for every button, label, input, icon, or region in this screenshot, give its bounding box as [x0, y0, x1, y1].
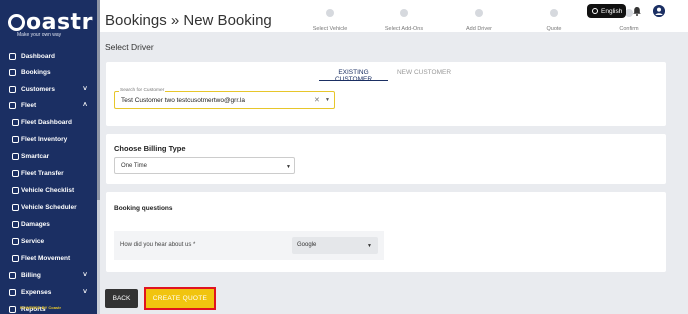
sidebar: oastr Make your own way Dashboard Booking… [0, 0, 97, 314]
sidebar-item-fleet-inventory[interactable]: Fleet Inventory [0, 131, 97, 147]
brand-tagline: Make your own way [17, 32, 62, 38]
language-button[interactable]: English [587, 4, 626, 18]
sidebar-item-label: Billing [21, 271, 41, 279]
chevron-down-icon: ▼ [286, 164, 291, 170]
sidebar-item-label: Vehicle Checklist [21, 186, 75, 194]
step-dot [326, 9, 334, 17]
vehicle-checklist-icon [11, 186, 19, 194]
sidebar-item-damages[interactable]: Damages [0, 216, 97, 232]
billing-type-select[interactable]: One Time ▼ [114, 157, 295, 174]
billing-type-value: One Time [121, 163, 148, 169]
step-label: Select Add-Ons [384, 26, 424, 32]
sidebar-item-label: Damages [21, 220, 50, 228]
sidebar-item-label: Smartcar [21, 152, 50, 160]
powered-by: POWERED BY Coastr [20, 305, 62, 310]
chevron-down-icon: ˅ [83, 85, 88, 93]
billing-title: Choose Billing Type [114, 144, 186, 153]
smartcar-icon [11, 152, 19, 160]
sidebar-item-label: Customers [21, 85, 55, 93]
reports-icon [8, 305, 16, 313]
step-dot [550, 9, 558, 17]
sidebar-item-fleet-dashboard[interactable]: Fleet Dashboard [0, 114, 97, 130]
vehicle-scheduler-icon [11, 203, 19, 211]
question-label: How did you hear about us * [120, 242, 196, 248]
sidebar-item-label: Bookings [21, 68, 51, 76]
section-title: Select Driver [105, 42, 154, 52]
sidebar-item-fleet[interactable]: Fleet ˄ [0, 97, 97, 113]
step-label: Confirm [619, 26, 639, 32]
sidebar-item-vehicle-checklist[interactable]: Vehicle Checklist [0, 182, 97, 198]
chevron-up-icon: ˄ [83, 101, 88, 109]
dropdown-arrow-icon[interactable]: ▼ [325, 97, 330, 103]
service-icon [11, 237, 19, 245]
step-dot [475, 9, 483, 17]
search-field-value: Test Customer two testcusotmertwo@grr.la [121, 97, 245, 104]
sidebar-item-dashboard[interactable]: Dashboard [0, 48, 97, 64]
sidebar-item-label: Service [21, 237, 45, 245]
sidebar-item-label: Dashboard [21, 52, 55, 60]
sidebar-item-service[interactable]: Service [0, 233, 97, 249]
bookings-icon [8, 68, 16, 76]
damages-icon [11, 220, 19, 228]
sidebar-item-customers[interactable]: Customers ˅ [0, 81, 97, 97]
page-title: Bookings » New Booking [105, 12, 272, 29]
expenses-icon [8, 288, 16, 296]
dashboard-icon [8, 52, 16, 60]
step-label: Quote [546, 26, 562, 32]
customer-search-field[interactable]: Search for Customer Test Customer two te… [114, 88, 335, 109]
create-quote-button[interactable]: CREATE QUOTE [144, 287, 216, 310]
sidebar-item-bookings[interactable]: Bookings [0, 64, 97, 80]
sidebar-item-label: Fleet Dashboard [21, 118, 72, 126]
step-label: Select Vehicle [312, 26, 348, 32]
questions-title: Booking questions [114, 205, 173, 212]
sidebar-item-expenses[interactable]: Expenses ˅ [0, 284, 97, 300]
chevron-down-icon: ▼ [367, 243, 372, 249]
fleet-icon [8, 101, 16, 109]
customers-icon [8, 85, 16, 93]
logo-ring-icon [8, 14, 25, 31]
bell-icon[interactable] [632, 6, 642, 16]
chevron-down-icon: ˅ [83, 288, 88, 296]
tab-new-customer[interactable]: NEW CUSTOMER [396, 69, 452, 81]
chevron-down-icon: ˅ [83, 271, 88, 279]
sidebar-item-fleet-movement[interactable]: Fleet Movement [0, 250, 97, 266]
globe-icon [592, 8, 598, 14]
sidebar-item-fleet-transfer[interactable]: Fleet Transfer [0, 165, 97, 181]
fleet-inventory-icon [11, 135, 19, 143]
step-label: Add Driver [466, 26, 492, 32]
fleet-dashboard-icon [11, 118, 19, 126]
clear-icon[interactable]: ✕ [314, 96, 320, 104]
billing-icon [8, 271, 16, 279]
fleet-movement-icon [11, 254, 19, 262]
hear-about-select[interactable]: Google ▼ [292, 237, 378, 254]
sidebar-item-label: Fleet Movement [21, 254, 71, 262]
fleet-transfer-icon [11, 169, 19, 177]
step-dot [400, 9, 408, 17]
back-button[interactable]: BACK [105, 289, 138, 308]
hear-about-value: Google [297, 242, 317, 248]
sidebar-item-smartcar[interactable]: Smartcar [0, 148, 97, 164]
sidebar-item-label: Fleet [21, 101, 37, 109]
sidebar-item-billing[interactable]: Billing ˅ [0, 267, 97, 283]
user-avatar-icon[interactable] [653, 5, 665, 17]
sidebar-item-vehicle-scheduler[interactable]: Vehicle Scheduler [0, 199, 97, 215]
sidebar-item-label: Fleet Inventory [21, 135, 68, 143]
tab-existing-customer[interactable]: EXISTING CUSTOMER [319, 69, 388, 83]
sidebar-item-label: Expenses [21, 288, 52, 296]
sidebar-item-label: Fleet Transfer [21, 169, 64, 177]
sidebar-item-label: Vehicle Scheduler [21, 203, 77, 211]
search-field-label: Search for Customer [119, 88, 166, 93]
